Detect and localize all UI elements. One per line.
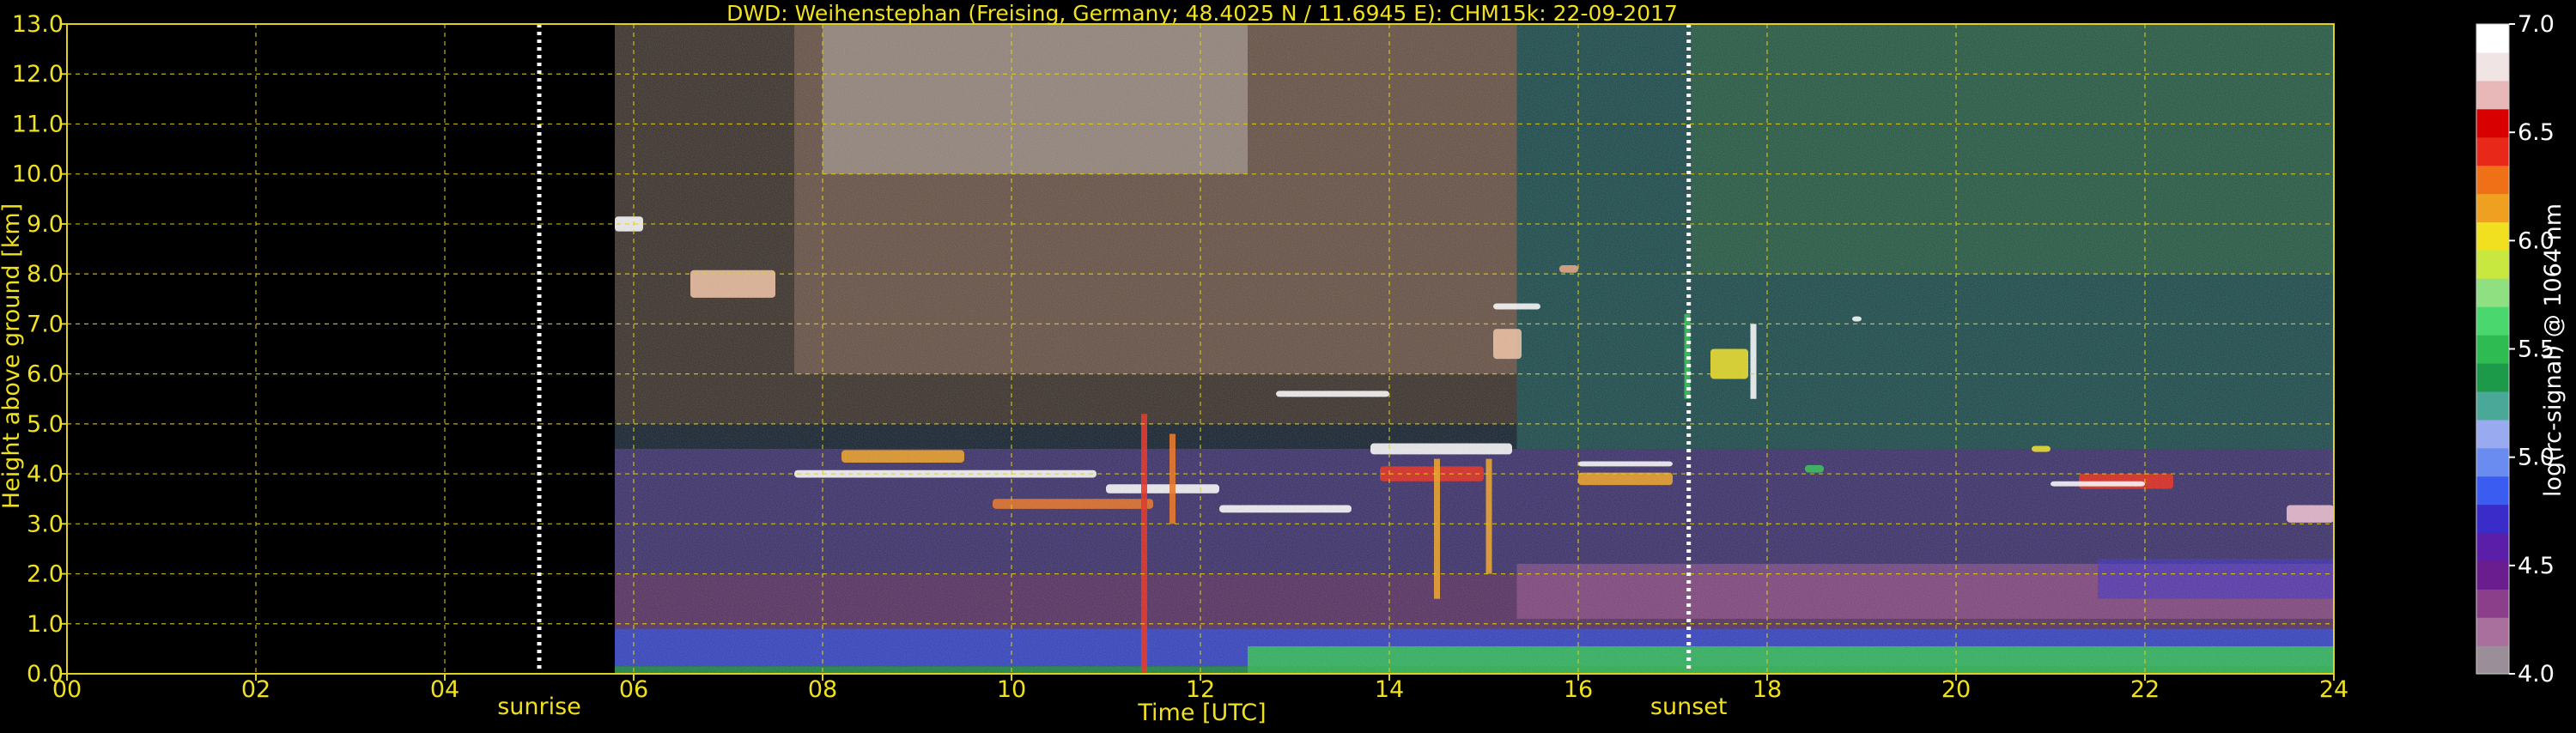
colorbar-segment	[2476, 51, 2509, 82]
x-tick-label: 20	[1941, 676, 1971, 703]
colorbar-tick-label: 4.5	[2518, 553, 2555, 579]
y-tick-label: 6.0	[27, 361, 64, 388]
marker-label-sunset: sunset	[1650, 694, 1728, 720]
colorbar-tick-label: 4.0	[2518, 661, 2555, 688]
y-tick-label: 1.0	[27, 611, 64, 638]
colorbar-segment	[2476, 24, 2509, 53]
colorbar-segment	[2476, 193, 2509, 222]
colorbar-segment	[2476, 108, 2509, 138]
colorbar-segment	[2476, 447, 2509, 477]
x-tick-label: 06	[619, 676, 648, 703]
colorbar-segment	[2476, 165, 2509, 195]
colorbar-segment	[2476, 80, 2509, 110]
x-tick-label: 02	[241, 676, 270, 703]
y-tick-label: 4.0	[27, 461, 64, 488]
colorbar-tick-label: 7.0	[2518, 11, 2555, 38]
y-tick-label: 13.0	[12, 11, 64, 38]
colorbar-segment	[2476, 645, 2509, 675]
ceilometer-figure: sunrise sunset 00 02 04 06 08 10 12 14 16 18 20 22 24…	[0, 0, 2576, 730]
colorbar-segment	[2476, 391, 2509, 421]
y-tick-label: 0.0	[27, 661, 64, 688]
marker-label-sunrise: sunrise	[497, 694, 581, 720]
x-tick-label: 10	[997, 676, 1026, 703]
y-tick-label: 8.0	[27, 261, 64, 288]
x-axis-label: Time [UTC]	[1137, 700, 1266, 726]
signal-noise-texture	[615, 24, 2334, 674]
colorbar-segment	[2476, 278, 2509, 307]
colorbar-label: log(rc-signal) @ 1064 nm	[2540, 203, 2567, 497]
y-tick-label: 11.0	[12, 111, 64, 137]
colorbar-segment	[2476, 476, 2509, 506]
x-tick-label: 04	[430, 676, 459, 703]
colorbar-segment	[2476, 419, 2509, 449]
colorbar-segment	[2476, 532, 2509, 561]
x-tick-label: 16	[1564, 676, 1593, 703]
x-tick-label: 08	[808, 676, 837, 703]
y-tick-label: 10.0	[12, 161, 64, 188]
y-tick-label: 2.0	[27, 561, 64, 588]
colorbar-segment	[2476, 617, 2509, 646]
y-tick-label: 9.0	[27, 211, 64, 238]
colorbar-segment	[2476, 335, 2509, 364]
colorbar-segment	[2476, 250, 2509, 279]
y-tick-label: 7.0	[27, 311, 64, 337]
colorbar-segment	[2476, 221, 2509, 251]
backscatter-chart: sunrise sunset 00 02 04 06 08 10 12 14 16 18 20 22 24…	[0, 1, 2567, 726]
colorbar-segment	[2476, 136, 2509, 167]
x-tick-label: 22	[2130, 676, 2160, 703]
colorbar-segment	[2476, 306, 2509, 336]
x-tick-label: 14	[1375, 676, 1404, 703]
x-tick-label: 18	[1753, 676, 1782, 703]
colorbar-segment	[2476, 560, 2509, 590]
y-tick-label: 5.0	[27, 411, 64, 438]
chart-title: DWD: Weihenstephan (Freising, Germany; 4…	[726, 1, 1678, 26]
y-tick-label: 12.0	[12, 61, 64, 88]
colorbar-segment	[2476, 504, 2509, 534]
colorbar-segment	[2476, 589, 2509, 618]
x-tick-label: 24	[2319, 676, 2348, 703]
colorbar-segment	[2476, 362, 2509, 392]
y-axis-label: Height above ground [km]	[0, 203, 25, 509]
y-tick-label: 3.0	[27, 511, 64, 537]
colorbar-tick-label: 6.5	[2518, 119, 2555, 146]
